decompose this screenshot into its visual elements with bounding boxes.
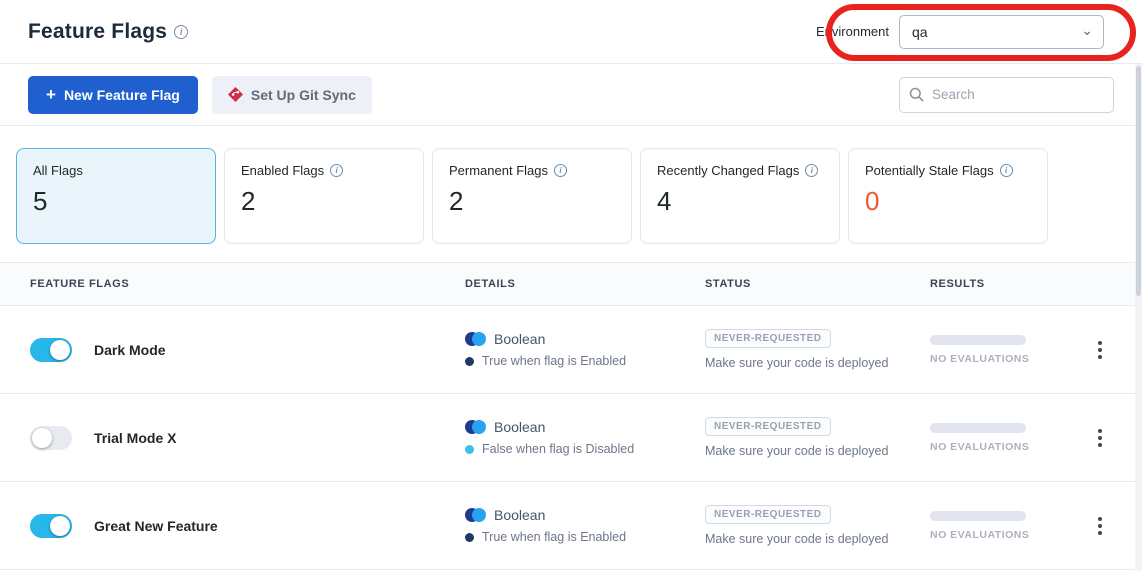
flag-type: Boolean	[494, 331, 545, 347]
results-text: NO EVALUATIONS	[930, 441, 1080, 453]
flag-variation-description: True when flag is Enabled	[482, 530, 626, 544]
setup-git-sync-button[interactable]: Set Up Git Sync	[212, 76, 372, 114]
flag-name[interactable]: Dark Mode	[94, 342, 166, 358]
boolean-type-icon	[465, 508, 486, 522]
stat-card-recently-changed-flags[interactable]: Recently Changed Flags i 4	[640, 148, 840, 244]
column-header-results: Results	[930, 278, 1080, 290]
table-row[interactable]: Great New Feature Boolean True when flag…	[0, 482, 1142, 570]
row-menu-icon[interactable]	[1092, 335, 1108, 365]
table-row[interactable]: Dark Mode Boolean True when flag is Enab…	[0, 306, 1142, 394]
results-text: NO EVALUATIONS	[930, 529, 1080, 541]
flag-variation-description: True when flag is Enabled	[482, 354, 626, 368]
status-text: Make sure your code is deployed	[705, 444, 888, 458]
info-icon[interactable]: i	[1000, 164, 1013, 177]
toolbar: + New Feature Flag Set Up Git Sync	[0, 64, 1142, 126]
stat-value: 0	[865, 186, 1031, 217]
variation-dot-icon	[465, 533, 474, 542]
info-icon[interactable]: i	[805, 164, 818, 177]
stat-value: 2	[241, 186, 407, 217]
environment-value: qa	[912, 24, 928, 40]
table-header-row: Feature Flags Details Status Results	[0, 262, 1142, 306]
boolean-type-icon	[465, 420, 486, 434]
environment-label: Environment	[816, 24, 889, 39]
table-row[interactable]: Trial Mode X Boolean False when flag is …	[0, 394, 1142, 482]
results-progress-bar	[930, 423, 1026, 433]
results-progress-bar	[930, 335, 1026, 345]
search-icon	[909, 87, 924, 102]
chevron-down-icon: ⌄	[1081, 25, 1093, 35]
environment-selector: Environment qa ⌄	[816, 15, 1104, 49]
environment-dropdown[interactable]: qa ⌄	[899, 15, 1104, 49]
column-header-status: Status	[705, 278, 930, 290]
info-icon[interactable]: i	[554, 164, 567, 177]
search-input[interactable]	[899, 77, 1114, 113]
info-icon[interactable]: i	[174, 25, 188, 39]
scrollbar[interactable]	[1135, 64, 1142, 571]
new-feature-flag-button[interactable]: + New Feature Flag	[28, 76, 198, 114]
variation-dot-icon	[465, 445, 474, 454]
info-icon[interactable]: i	[330, 164, 343, 177]
status-text: Make sure your code is deployed	[705, 356, 888, 370]
stat-value: 4	[657, 186, 823, 217]
scrollbar-thumb[interactable]	[1136, 66, 1141, 296]
row-menu-icon[interactable]	[1092, 423, 1108, 453]
stat-card-enabled-flags[interactable]: Enabled Flags i 2	[224, 148, 424, 244]
flag-toggle[interactable]	[30, 514, 72, 538]
page-header: Feature Flags i Environment qa ⌄	[0, 0, 1142, 64]
flag-toggle[interactable]	[30, 338, 72, 362]
status-text: Make sure your code is deployed	[705, 532, 888, 546]
flag-variation-description: False when flag is Disabled	[482, 442, 634, 456]
page-title: Feature Flags	[28, 20, 167, 44]
column-header-feature-flags: Feature Flags	[30, 278, 465, 290]
variation-dot-icon	[465, 357, 474, 366]
git-sync-icon	[228, 87, 243, 102]
results-text: NO EVALUATIONS	[930, 353, 1080, 365]
stat-card-permanent-flags[interactable]: Permanent Flags i 2	[432, 148, 632, 244]
flag-type: Boolean	[494, 419, 545, 435]
stat-value: 5	[33, 186, 199, 217]
flag-name[interactable]: Trial Mode X	[94, 430, 176, 446]
status-badge: NEVER-REQUESTED	[705, 329, 831, 348]
stat-card-potentially-stale-flags[interactable]: Potentially Stale Flags i 0	[848, 148, 1048, 244]
stat-label: Enabled Flags	[241, 163, 324, 178]
search-box	[899, 77, 1114, 113]
status-badge: NEVER-REQUESTED	[705, 417, 831, 436]
stats-cards: All Flags 5 Enabled Flags i 2 Permanent …	[0, 126, 1142, 262]
boolean-type-icon	[465, 332, 486, 346]
flag-toggle[interactable]	[30, 426, 72, 450]
row-menu-icon[interactable]	[1092, 511, 1108, 541]
stat-label: Potentially Stale Flags	[865, 163, 994, 178]
plus-icon: +	[46, 86, 56, 103]
stat-card-all-flags[interactable]: All Flags 5	[16, 148, 216, 244]
stat-value: 2	[449, 186, 615, 217]
flag-name[interactable]: Great New Feature	[94, 518, 218, 534]
stat-label: Permanent Flags	[449, 163, 548, 178]
flag-type: Boolean	[494, 507, 545, 523]
status-badge: NEVER-REQUESTED	[705, 505, 831, 524]
column-header-details: Details	[465, 278, 705, 290]
stat-label: All Flags	[33, 163, 83, 178]
stat-label: Recently Changed Flags	[657, 163, 799, 178]
results-progress-bar	[930, 511, 1026, 521]
